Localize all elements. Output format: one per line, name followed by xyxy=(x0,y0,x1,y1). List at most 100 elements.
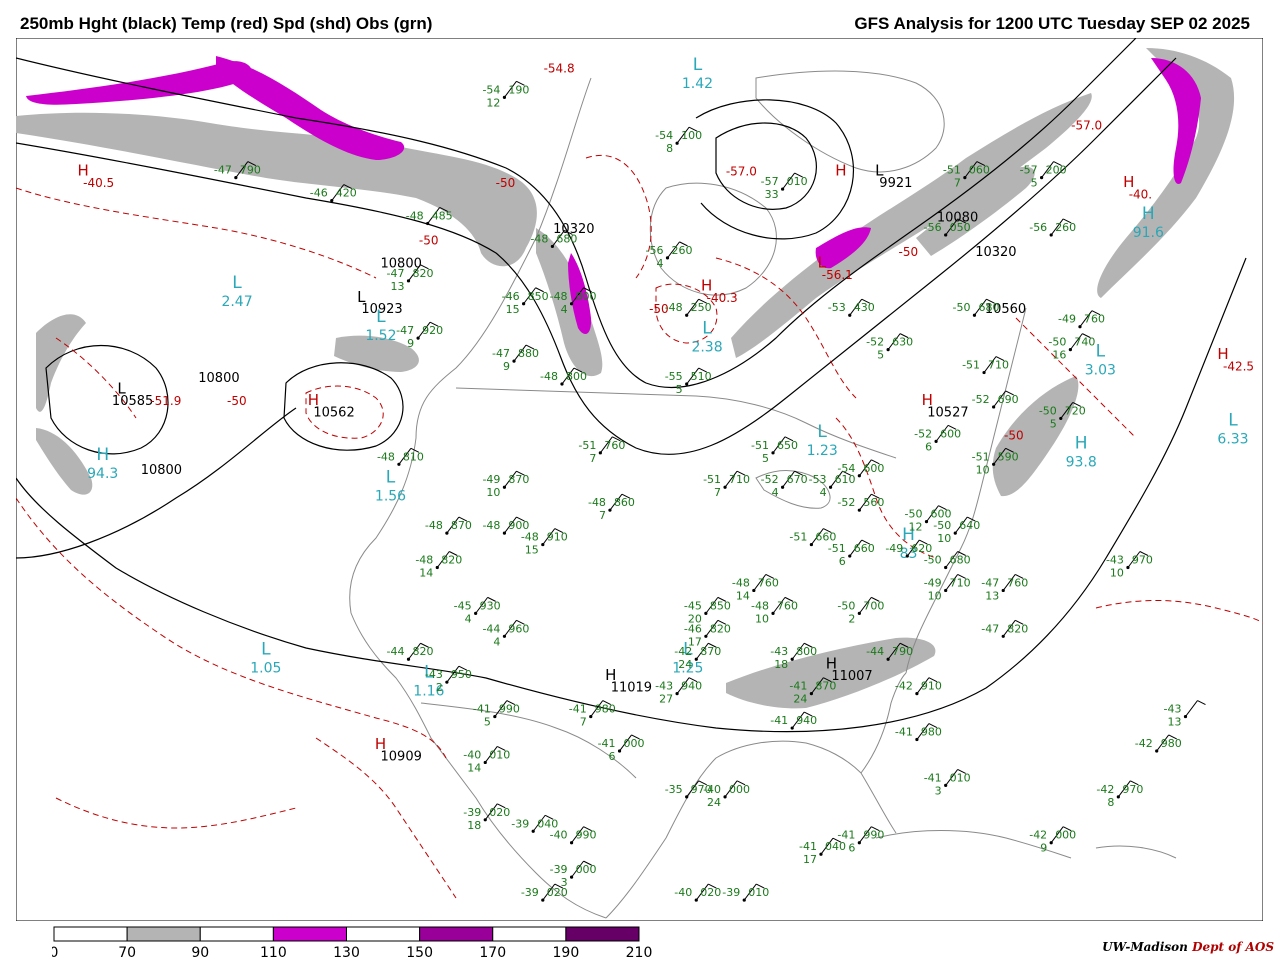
obs-height: 760 xyxy=(758,576,779,589)
obs-dewpoint: 10 xyxy=(486,486,500,499)
speed-extremum-letter: H xyxy=(96,445,109,465)
obs-temperature: -39 xyxy=(463,806,481,819)
temperature-label: -56.1 xyxy=(822,268,853,282)
obs-temperature: -54 xyxy=(655,129,673,142)
height-label: 11019 xyxy=(611,681,652,696)
obs-temperature: -51 xyxy=(703,473,721,486)
obs-height: 430 xyxy=(854,301,875,314)
obs-height: 860 xyxy=(614,496,635,509)
obs-temperature: -43 xyxy=(655,680,673,693)
speed-extremum-letter: H xyxy=(1142,204,1155,224)
obs-dewpoint: 6 xyxy=(609,750,616,763)
obs-temperature: -50 xyxy=(905,508,923,521)
temperature-label: -50 xyxy=(1004,428,1024,442)
obs-temperature: -43 xyxy=(770,645,788,658)
obs-dewpoint: 7 xyxy=(714,486,721,499)
obs-height: 660 xyxy=(854,542,875,555)
obs-temperature: -49 xyxy=(482,473,500,486)
speed-extremum-value: 91.6 xyxy=(1133,225,1164,241)
obs-dewpoint: 33 xyxy=(765,188,779,201)
obs-temperature: -46 xyxy=(310,187,328,200)
obs-temperature: -41 xyxy=(770,714,788,727)
obs-height: 790 xyxy=(892,645,913,658)
legend-bin xyxy=(565,926,640,942)
obs-height: 000 xyxy=(729,783,750,796)
obs-height: 870 xyxy=(508,473,529,486)
obs-height: 910 xyxy=(921,680,942,693)
pressure-center-letter: H xyxy=(1217,345,1228,363)
speed-extremum-value: 6.33 xyxy=(1217,431,1248,447)
obs-temperature: -51 xyxy=(972,450,990,463)
speed-extremum-value: 1.05 xyxy=(250,661,281,677)
legend-bin xyxy=(346,926,421,942)
obs-dewpoint: 4 xyxy=(772,486,779,499)
speed-extremum-value: 94.3 xyxy=(87,466,118,482)
legend-tick-label: 110 xyxy=(260,945,287,960)
obs-temperature: -52 xyxy=(866,336,884,349)
obs-temperature: -47 xyxy=(396,324,414,337)
obs-height: 870 xyxy=(451,519,472,532)
obs-dewpoint: 4 xyxy=(561,303,568,316)
obs-height: 260 xyxy=(1055,221,1076,234)
pressure-center-letter: H xyxy=(605,666,616,684)
obs-height: 260 xyxy=(672,244,693,257)
height-label: 10909 xyxy=(381,749,422,764)
obs-temperature: -53 xyxy=(828,301,846,314)
obs-height: 010 xyxy=(950,771,971,784)
obs-height: 990 xyxy=(499,703,520,716)
obs-temperature: -51 xyxy=(962,359,980,372)
obs-height: 800 xyxy=(566,370,587,383)
obs-temperature: -48 xyxy=(377,450,395,463)
obs-temperature: -48 xyxy=(406,209,424,222)
temperature-label: -57.0 xyxy=(726,165,757,179)
obs-dewpoint: 6 xyxy=(848,842,855,855)
obs-dewpoint: 24 xyxy=(707,796,721,809)
obs-dewpoint: 7 xyxy=(954,177,961,190)
obs-temperature: -48 xyxy=(540,370,558,383)
height-label: 10320 xyxy=(975,245,1016,260)
speed-extremum-letter: H xyxy=(1075,433,1088,453)
obs-dewpoint: 9 xyxy=(503,360,510,373)
obs-dewpoint: 10 xyxy=(976,463,990,476)
obs-height: 710 xyxy=(950,576,971,589)
obs-dewpoint: 18 xyxy=(774,658,788,671)
obs-height: 200 xyxy=(1046,164,1067,177)
legend-bin xyxy=(492,926,567,942)
legend-tick-label: 0 xyxy=(52,945,58,960)
speed-extremum-value: 1.56 xyxy=(375,489,406,505)
obs-height: 760 xyxy=(1007,576,1028,589)
obs-dewpoint: 24 xyxy=(793,693,807,706)
obs-temperature: -41 xyxy=(895,726,913,739)
obs-temperature: -49 xyxy=(924,576,942,589)
obs-dewpoint: 12 xyxy=(908,521,922,534)
legend-bin xyxy=(126,926,201,942)
obs-temperature: -51 xyxy=(943,164,961,177)
legend-tick-label: 90 xyxy=(191,945,209,960)
pressure-center-letter: L xyxy=(357,288,366,306)
pressure-center-letter: H xyxy=(826,655,837,673)
obs-dewpoint: 5 xyxy=(877,349,884,362)
obs-height: 010 xyxy=(787,175,808,188)
temperature-label: -50 xyxy=(496,176,516,190)
obs-height: 710 xyxy=(988,359,1009,372)
obs-temperature: -54 xyxy=(837,462,855,475)
obs-height: 600 xyxy=(940,427,961,440)
obs-height: 990 xyxy=(576,829,597,842)
obs-dewpoint: 14 xyxy=(467,761,481,774)
obs-height: 990 xyxy=(863,829,884,842)
obs-dewpoint: 10 xyxy=(937,532,951,545)
obs-temperature: -53 xyxy=(809,473,827,486)
obs-dewpoint: 4 xyxy=(820,486,827,499)
obs-temperature: -48 xyxy=(415,554,433,567)
obs-height: 960 xyxy=(508,622,529,635)
pressure-center-letter: H xyxy=(375,735,386,753)
legend-tick-label: 70 xyxy=(118,945,136,960)
obs-height: 820 xyxy=(1007,622,1028,635)
obs-height: 600 xyxy=(863,462,884,475)
obs-height: 970 xyxy=(1122,783,1143,796)
obs-dewpoint: 14 xyxy=(419,567,433,580)
obs-temperature: -40 xyxy=(674,886,692,899)
obs-temperature: -44 xyxy=(387,645,405,658)
obs-dewpoint: 4 xyxy=(657,257,664,270)
obs-height: 970 xyxy=(1132,554,1153,567)
